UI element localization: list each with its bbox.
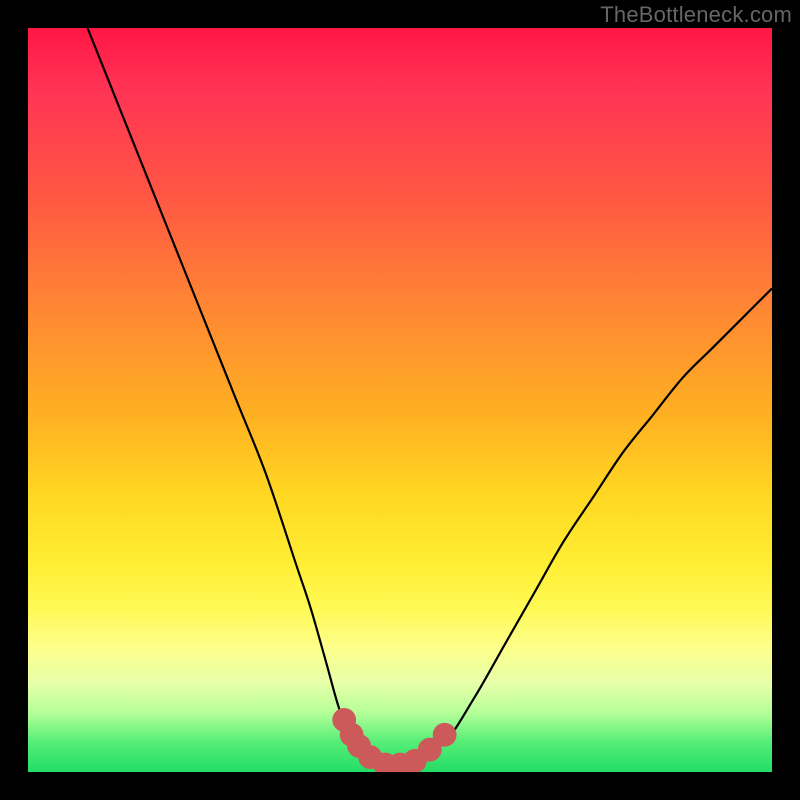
plot-area (28, 28, 772, 772)
curve-marker-dot (433, 723, 457, 747)
main-curve (88, 28, 772, 765)
watermark-text: TheBottleneck.com (600, 2, 792, 28)
curve-layer (28, 28, 772, 772)
bottom-marker-dots (332, 708, 456, 772)
chart-container: TheBottleneck.com (0, 0, 800, 800)
